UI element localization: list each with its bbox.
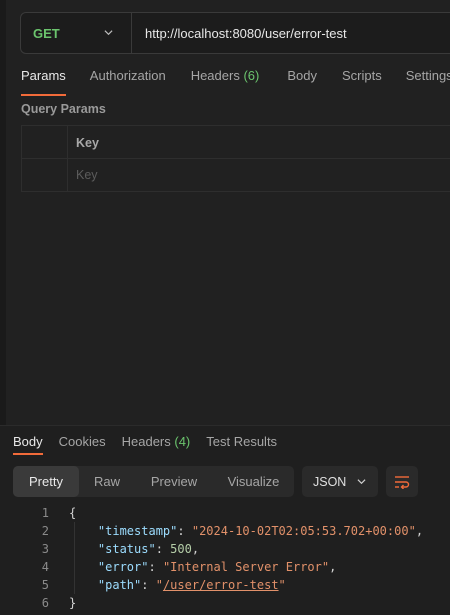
code-text: } (69, 594, 76, 612)
tab-label: Cookies (58, 434, 106, 449)
request-pane: GET http://localhost:8080/user/error-tes… (0, 0, 450, 425)
code-token: : (155, 542, 171, 556)
code-token: , (191, 542, 200, 556)
tab-cookies[interactable]: Cookies (59, 434, 106, 449)
response-body-code: 1{2 "timestamp": "2024-10-02T02:05:53.70… (0, 504, 450, 612)
query-params-title: Query Params (21, 102, 106, 116)
sidebar-edge (0, 0, 6, 425)
code-token: } (69, 596, 77, 610)
code-text: "path": "/user/error-test" (69, 576, 286, 594)
tab-label: Settings (405, 68, 450, 83)
tab-response-headers[interactable]: Headers (4) (122, 434, 191, 449)
format-pretty[interactable]: Pretty (13, 466, 79, 497)
language-label: JSON (313, 474, 347, 489)
code-token: "2024-10-02T02:05:53.702+00:00" (191, 524, 416, 538)
format-tabs: Pretty Raw Preview Visualize (13, 466, 294, 497)
code-token: " (278, 578, 286, 592)
code-token: : (141, 578, 156, 592)
code-token: "status" (97, 542, 156, 556)
method-label: GET (33, 25, 60, 41)
code-text: "timestamp": "2024-10-02T02:05:53.702+00… (69, 522, 423, 540)
url-bar: GET http://localhost:8080/user/error-tes… (20, 12, 450, 54)
code-token: : (148, 560, 163, 574)
chevron-down-icon (104, 30, 113, 36)
code-token: , (329, 560, 337, 574)
line-number: 2 (41, 524, 49, 538)
key-column-header: Key (76, 136, 99, 150)
tab-label: Authorization (89, 68, 166, 83)
code-line: 2 "timestamp": "2024-10-02T02:05:53.702+… (0, 522, 450, 540)
table-row: Key (22, 159, 450, 192)
tab-response-body[interactable]: Body (13, 434, 43, 455)
code-line: 1{ (0, 504, 450, 522)
response-pane: Body Cookies Headers (4) Test Results Pr… (0, 425, 450, 615)
tab-label: Body (287, 68, 317, 83)
column-divider (67, 126, 68, 158)
wrap-lines-button[interactable] (386, 466, 418, 497)
method-select[interactable]: GET (21, 13, 132, 53)
code-token: : (177, 524, 192, 538)
tab-label: Test Results (206, 434, 278, 449)
tab-settings[interactable]: Settings (406, 68, 450, 90)
request-tabs: Params Authorization Headers (6) Body Sc… (21, 68, 450, 96)
tab-count: (6) (243, 68, 260, 83)
code-token: " (155, 578, 163, 592)
tab-count: (4) (174, 434, 191, 449)
tab-scripts[interactable]: Scripts (342, 68, 382, 90)
tab-label: Headers (190, 68, 244, 83)
tab-headers[interactable]: Headers (6) (191, 68, 260, 90)
response-tabs: Body Cookies Headers (4) Test Results (13, 434, 277, 455)
tab-label: Headers (121, 434, 175, 449)
format-preview[interactable]: Preview (135, 466, 213, 497)
code-line: 4 "error": "Internal Server Error", (0, 558, 450, 576)
line-number: 5 (41, 578, 49, 592)
format-visualize[interactable]: Visualize (213, 466, 294, 497)
code-token: "Internal Server Error" (162, 560, 330, 574)
key-input[interactable]: Key (76, 168, 98, 182)
code-token: 500 (170, 542, 192, 556)
code-token: { (69, 506, 77, 520)
code-line: 6} (0, 594, 450, 612)
format-raw[interactable]: Raw (79, 466, 135, 497)
column-divider (67, 159, 68, 192)
code-text: { (69, 504, 76, 522)
tab-body[interactable]: Body (287, 68, 317, 90)
code-token: "error" (97, 560, 149, 574)
code-token: "timestamp" (97, 524, 178, 538)
language-select[interactable]: JSON (302, 466, 378, 497)
tab-label: Params (21, 68, 66, 83)
wrap-lines-icon (395, 475, 410, 489)
tab-authorization[interactable]: Authorization (90, 68, 166, 90)
table-header-row: Key (22, 126, 450, 159)
line-number: 1 (41, 506, 49, 520)
tab-label: Scripts (341, 68, 382, 83)
code-line: 5 "path": "/user/error-test" (0, 576, 450, 594)
chevron-down-icon (357, 479, 366, 485)
tab-params[interactable]: Params (21, 68, 66, 96)
code-text: "error": "Internal Server Error", (69, 558, 336, 576)
code-text: "status": 500, (69, 540, 199, 558)
tab-label: Body (13, 434, 43, 449)
code-token: , (415, 524, 424, 538)
url-input[interactable]: http://localhost:8080/user/error-test (132, 26, 347, 41)
line-number: 3 (41, 542, 49, 556)
code-line: 3 "status": 500, (0, 540, 450, 558)
query-params-table: Key Key (21, 125, 450, 192)
code-token: "path" (97, 578, 142, 592)
line-number: 4 (41, 560, 49, 574)
tab-test-results[interactable]: Test Results (206, 434, 277, 449)
path-link[interactable]: /user/error-test (163, 578, 279, 592)
line-number: 6 (41, 596, 49, 610)
